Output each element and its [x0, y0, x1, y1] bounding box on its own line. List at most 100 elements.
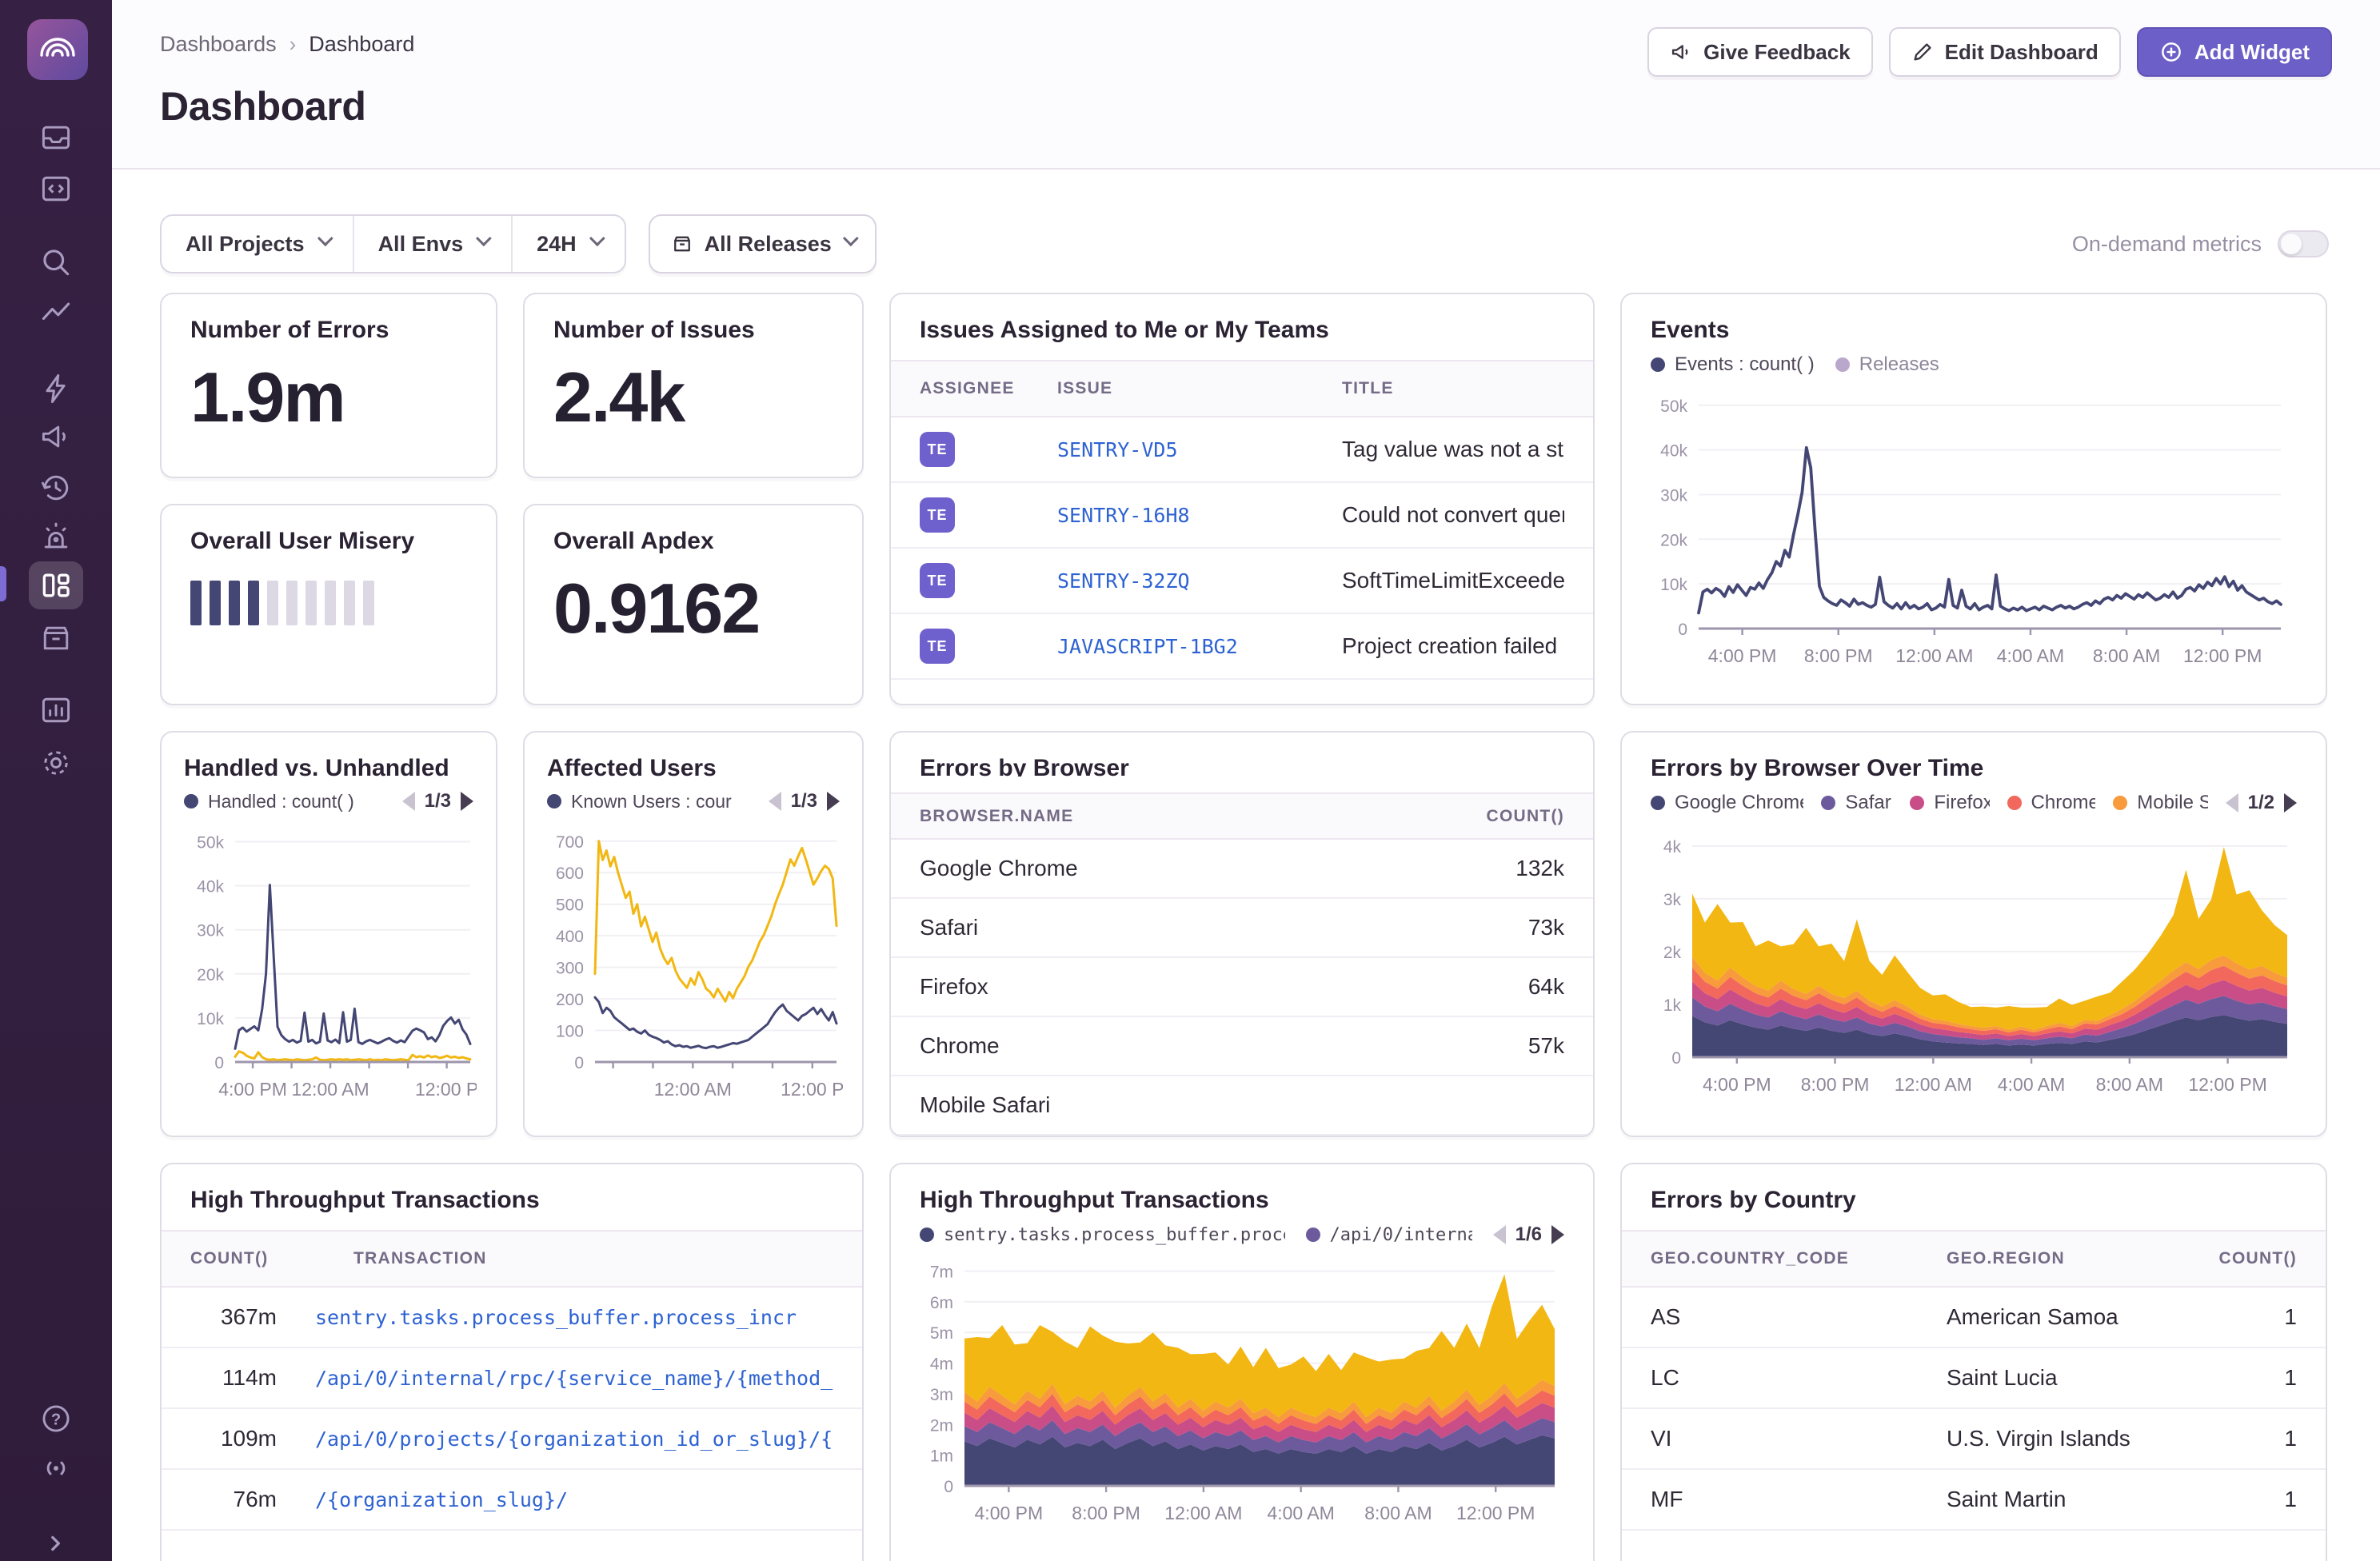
widget-overall-user-misery[interactable]: Overall User Misery [160, 504, 497, 705]
next-arrow-icon[interactable] [1551, 1225, 1564, 1244]
widget-errors-by-browser[interactable]: Errors by Browser BROWSER.NAME COUNT() G… [889, 731, 1595, 1137]
errors-over-time-chart[interactable]: 01k2k3k4k4:00 PM8:00 PM12:00 AM4:00 AM8:… [1644, 820, 2300, 1108]
legend-item[interactable]: Mobile S [2113, 792, 2207, 814]
widget-handled-vs-unhandled[interactable]: Handled vs. Unhandled Handled : count( )… [160, 731, 497, 1137]
legend-item[interactable]: Known Users : cour [547, 791, 732, 812]
widget-errors-by-browser-over-time[interactable]: Errors by Browser Over Time Google Chrom… [1620, 731, 2327, 1137]
prev-arrow-icon[interactable] [769, 792, 781, 811]
count-value: 76m [190, 1487, 315, 1512]
legend-item[interactable]: Safari [1821, 792, 1892, 814]
throughput-chart[interactable]: 01m2m3m4m5m6m7m4:00 PM8:00 PM12:00 AM4:0… [913, 1252, 1567, 1537]
legend-item[interactable]: Firefox [1910, 792, 1989, 814]
col-assignee[interactable]: ASSIGNEE [920, 379, 1057, 398]
sidebar-item-settings[interactable] [29, 739, 83, 787]
table-row[interactable]: MFSaint Martin1 [1622, 1470, 2326, 1531]
transaction-link[interactable]: sentry.tasks.process_buffer.process_incr [315, 1306, 797, 1329]
handled-chart[interactable]: 010k20k30k40k50k4:00 PM12:00 AM12:00 P [184, 819, 477, 1113]
give-feedback-button[interactable]: Give Feedback [1647, 27, 1873, 77]
legend-item[interactable]: Handled : count( ) [184, 791, 354, 812]
table-row[interactable]: TE SENTRY-16H8 Could not convert query t… [891, 483, 1593, 549]
sidebar-collapse[interactable] [29, 1519, 83, 1561]
sidebar-item-stats[interactable] [29, 686, 83, 734]
transaction-link[interactable]: /api/0/projects/{organization_id_or_slug… [315, 1427, 833, 1451]
table-row[interactable]: VIU.S. Virgin Islands1 [1622, 1409, 2326, 1470]
release-filter[interactable]: All Releases [649, 214, 877, 273]
table-row[interactable]: TE JAVASCRIPT-1BG2 Project creation fail… [891, 614, 1593, 680]
prev-arrow-icon[interactable] [1493, 1225, 1506, 1244]
widget-number-of-issues[interactable]: Number of Issues 2.4k [523, 293, 864, 478]
sentry-logo[interactable] [27, 19, 88, 80]
table-row[interactable]: 76m/{organization_slug}/ [162, 1470, 862, 1531]
ondemand-toggle[interactable] [2278, 230, 2329, 258]
issue-link[interactable]: JAVASCRIPT-1BG2 [1057, 635, 1238, 658]
legend-item[interactable]: /api/0/internal/r [1306, 1225, 1472, 1245]
col-count[interactable]: COUNT() [1420, 807, 1564, 826]
project-filter[interactable]: All Projects [162, 216, 353, 272]
next-arrow-icon[interactable] [461, 792, 473, 811]
table-row[interactable]: ASAmerican Samoa1 [1622, 1288, 2326, 1348]
date-range-filter[interactable]: 24H [511, 216, 625, 272]
sidebar-item-performance[interactable] [29, 365, 83, 413]
environment-filter[interactable]: All Envs [353, 216, 512, 272]
table-row[interactable]: LCSaint Lucia1 [1622, 1348, 2326, 1409]
widget-issues-assigned[interactable]: Issues Assigned to Me or My Teams ASSIGN… [889, 293, 1595, 705]
breadcrumb-dashboards[interactable]: Dashboards [160, 32, 277, 57]
sidebar-item-broadcasts[interactable] [29, 1444, 83, 1492]
sidebar-item-issues[interactable] [29, 114, 83, 162]
widget-number-of-errors[interactable]: Number of Errors 1.9m [160, 293, 497, 478]
sidebar-item-releases[interactable] [29, 614, 83, 662]
col-count[interactable]: COUNT() [2185, 1249, 2297, 1268]
events-chart[interactable]: 010k20k30k40k50k4:00 PM8:00 PM12:00 AM4:… [1644, 382, 2294, 680]
table-row[interactable]: TE SENTRY-VD5 Tag value was not a string [891, 417, 1593, 483]
table-row[interactable]: Google Chrome132k [891, 840, 1593, 899]
sidebar-item-projects[interactable] [29, 165, 83, 213]
next-arrow-icon[interactable] [2284, 793, 2297, 812]
affected-users-chart[interactable]: 010020030040050060070012:00 AM12:00 P [547, 819, 843, 1113]
issue-link[interactable]: SENTRY-16H8 [1057, 504, 1190, 527]
sidebar-item-dashboards[interactable] [29, 561, 83, 609]
widget-high-throughput-table[interactable]: High Throughput Transactions COUNT() TRA… [160, 1163, 864, 1561]
legend-item[interactable]: Chrome [2007, 792, 2096, 814]
add-widget-button[interactable]: Add Widget [2137, 27, 2332, 77]
sidebar-item-metrics[interactable] [29, 289, 83, 337]
col-browser-name[interactable]: BROWSER.NAME [920, 807, 1420, 826]
sidebar-item-help[interactable]: ? [29, 1395, 83, 1443]
col-country-code[interactable]: GEO.COUNTRY_CODE [1651, 1249, 1947, 1268]
issue-link[interactable]: SENTRY-32ZQ [1057, 569, 1190, 593]
prev-arrow-icon[interactable] [2226, 793, 2238, 812]
table-row[interactable]: 114m/api/0/internal/rpc/{service_name}/{… [162, 1348, 862, 1409]
col-title[interactable]: TITLE [1342, 379, 1564, 398]
table-row[interactable]: 367msentry.tasks.process_buffer.process_… [162, 1288, 862, 1348]
legend-item[interactable]: sentry.tasks.process_buffer.process_incr [920, 1225, 1285, 1245]
edit-dashboard-button[interactable]: Edit Dashboard [1889, 27, 2121, 77]
col-region[interactable]: GEO.REGION [1947, 1249, 2185, 1268]
sidebar-item-alerts[interactable] [29, 513, 83, 561]
widget-events[interactable]: Events Events : count( ) Releases 010k20… [1620, 293, 2327, 705]
table-row[interactable]: Firefox64k [891, 958, 1593, 1017]
widget-high-throughput-chart[interactable]: High Throughput Transactions sentry.task… [889, 1163, 1595, 1561]
sidebar-item-replays[interactable] [29, 464, 83, 512]
col-issue[interactable]: ISSUE [1057, 379, 1342, 398]
transaction-link[interactable]: /api/0/internal/rpc/{service_name}/{meth… [315, 1367, 833, 1390]
widget-errors-by-country[interactable]: Errors by Country GEO.COUNTRY_CODE GEO.R… [1620, 1163, 2327, 1561]
widget-affected-users[interactable]: Affected Users Known Users : cour 1/3 01… [523, 731, 864, 1137]
table-row[interactable]: Chrome57k [891, 1017, 1593, 1076]
table-row[interactable]: 109m/api/0/projects/{organization_id_or_… [162, 1409, 862, 1470]
sidebar-item-search[interactable] [29, 238, 83, 286]
transaction-link[interactable]: /{organization_slug}/ [315, 1488, 568, 1511]
col-count[interactable]: COUNT() [190, 1249, 353, 1268]
table-row[interactable]: Mobile Safari [891, 1076, 1593, 1136]
table-row[interactable]: Safari73k [891, 899, 1593, 958]
next-arrow-icon[interactable] [827, 792, 840, 811]
issue-link[interactable]: SENTRY-VD5 [1057, 438, 1178, 461]
table-header: COUNT() TRANSACTION [162, 1230, 862, 1288]
col-transaction[interactable]: TRANSACTION [353, 1249, 833, 1268]
legend-item[interactable]: Events : count( ) [1651, 353, 1815, 376]
legend-item[interactable]: Google Chrome [1651, 792, 1803, 814]
table-row[interactable]: TE SENTRY-32ZQ SoftTimeLimitExceeded /ap… [891, 549, 1593, 614]
widget-overall-apdex[interactable]: Overall Apdex 0.9162 [523, 504, 864, 705]
widget-title: Affected Users [525, 733, 862, 782]
legend-item[interactable]: Releases [1835, 353, 1939, 376]
sidebar-item-user-feedback[interactable] [29, 413, 83, 461]
prev-arrow-icon[interactable] [402, 792, 415, 811]
